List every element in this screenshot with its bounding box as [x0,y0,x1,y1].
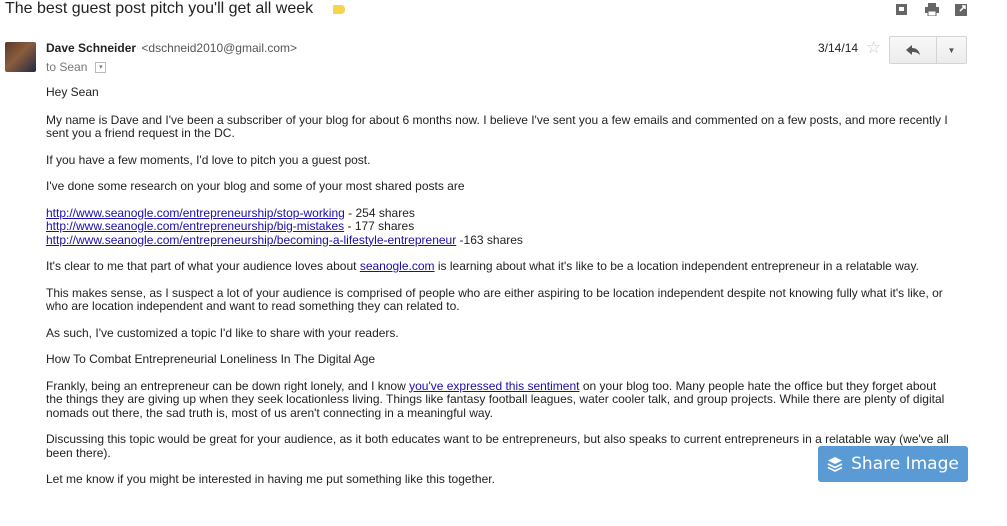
reply-icon [906,45,920,55]
message-date: 3/14/14 [818,41,859,55]
paragraph: How To Combat Entrepreneurial Loneliness… [46,352,376,366]
sender-name[interactable]: Dave Schneider [46,41,136,55]
label-tag-icon[interactable] [333,4,346,14]
paragraph: As such, I've customized a topic I'd lik… [46,325,399,340]
star-icon[interactable]: ☆ [866,38,881,58]
sentiment-link[interactable]: you've expressed this sentiment [409,379,579,393]
reply-button-group: ▼ [889,36,967,64]
sender-avatar[interactable] [5,42,36,72]
paragraph: Frankly, being an entrepreneur can be do… [46,378,951,421]
email-subject: The best guest post pitch you'll get all… [5,0,346,18]
sender-email: <dschneid2010@gmail.com> [141,41,297,55]
new-window-icon[interactable] [955,3,969,16]
post-link[interactable]: http://www.seanogle.com/entrepreneurship… [46,233,456,247]
recipient-text: to Sean [46,60,88,74]
text: is learning about what it's like to be a… [434,259,919,273]
text: It's clear to me that part of what your … [46,259,360,273]
paragraph: If you have a few moments, I'd love to p… [46,152,371,167]
chevron-down-icon: ▼ [947,45,956,55]
subject-text: The best guest post pitch you'll get all… [5,0,314,17]
paragraph: My name is Dave and I've been a subscrib… [46,112,948,140]
site-link[interactable]: seanogle.com [360,259,435,273]
share-count: - 177 shares [344,219,415,233]
details-dropdown-icon[interactable]: ▾ [95,61,107,73]
share-image-button[interactable]: Share Image [818,446,968,482]
links-list: http://www.seanogle.com/entrepreneurship… [46,206,951,248]
post-link[interactable]: http://www.seanogle.com/entrepreneurship… [46,219,344,233]
share-count: -163 shares [456,232,523,247]
sender-line: Dave Schneider <dschneid2010@gmail.com> [46,41,297,55]
paragraph: Discussing this topic would be great for… [46,432,949,460]
print-icon[interactable] [925,3,939,17]
paragraph: I've done some research on your blog and… [46,179,465,193]
top-toolbar [895,3,969,17]
message-body: Hey Sean My name is Dave and I've been a… [46,85,951,487]
paragraph: Let me know if you might be interested i… [46,472,495,486]
reply-button[interactable] [890,37,937,63]
paragraph: It's clear to me that part of what your … [46,259,951,274]
text: Frankly, being an entrepreneur can be do… [46,378,410,393]
post-link[interactable]: http://www.seanogle.com/entrepreneurship… [46,206,345,220]
expand-icon[interactable] [895,3,909,16]
more-options-button[interactable]: ▼ [937,37,966,63]
layers-icon [827,457,843,472]
share-image-label: Share Image [851,454,959,474]
paragraph: This makes sense, as I suspect a lot of … [46,285,943,313]
list-item: http://www.seanogle.com/entrepreneurship… [46,206,415,220]
greeting: Hey Sean [46,85,99,99]
recipient-line: to Sean ▾ [46,60,107,74]
list-item: http://www.seanogle.com/entrepreneurship… [46,219,414,233]
list-item: http://www.seanogle.com/entrepreneurship… [46,233,523,247]
share-count: - 254 shares [344,205,415,220]
